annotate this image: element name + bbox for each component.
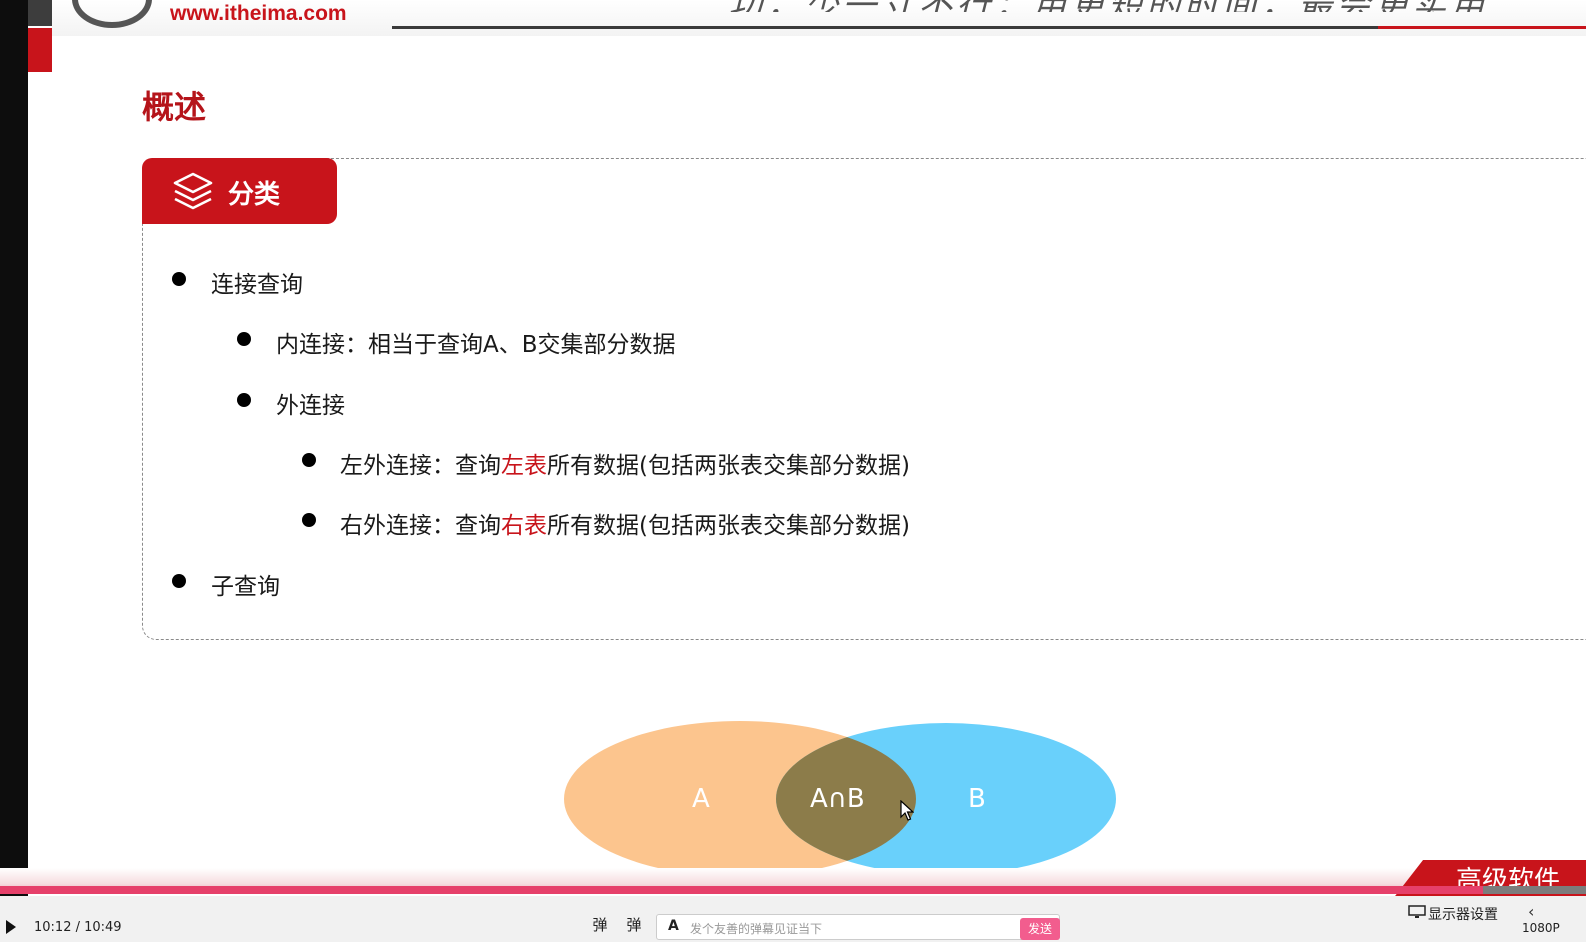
play-icon[interactable] [6, 920, 16, 934]
content-card [142, 158, 1586, 640]
venn-label-intersection: A∩B [810, 784, 865, 814]
venn-label-b: B [968, 784, 986, 814]
logo-url: www.itheima.com [170, 2, 347, 25]
mouse-cursor-icon [900, 800, 914, 821]
danmu-toggle-icon[interactable]: 弹 [590, 916, 610, 934]
left-dark-bar [0, 0, 28, 942]
layers-icon [173, 172, 213, 210]
chevron-left-icon[interactable]: ‹ [1528, 902, 1534, 921]
list-item-right-outer-join: 右外连接：查询右表所有数据(包括两张表交集部分数据) [340, 506, 910, 540]
resolution-button[interactable]: 1080P [1522, 921, 1560, 935]
right-join-suffix: 所有数据(包括两张表交集部分数据) [547, 513, 910, 539]
danmu-placeholder: 发个友善的弹幕见证当下 [690, 922, 823, 936]
right-join-prefix: 右外连接：查询 [340, 513, 501, 539]
left-join-suffix: 所有数据(包括两张表交集部分数据) [547, 453, 910, 479]
left-gray-accent [28, 0, 52, 26]
video-time: 10:12 / 10:49 [34, 920, 122, 935]
bullet-dot [172, 574, 186, 588]
bullet-dot [302, 513, 316, 527]
header-slogan: …功，少一寸不行；用更短的时间，最会更实用… [690, 0, 1580, 12]
list-item-join-query: 连接查询 [211, 272, 303, 298]
video-progress-fill [0, 886, 1483, 894]
page-title: 概述 [142, 88, 207, 126]
send-danmu-button[interactable]: 发送 [1020, 918, 1060, 940]
list-item-subquery: 子查询 [211, 574, 280, 600]
header-divider [392, 26, 1378, 29]
left-red-accent [28, 28, 52, 72]
bullet-dot [237, 393, 251, 407]
venn-label-a: A [692, 784, 710, 814]
monitor-icon[interactable] [1408, 905, 1426, 919]
left-join-prefix: 左外连接：查询 [340, 453, 501, 479]
danmu-style-button[interactable]: A [668, 918, 679, 934]
bullet-dot [172, 272, 186, 286]
video-progress-bar[interactable] [0, 886, 1586, 894]
list-item-inner-join: 内连接：相当于查询A、B交集部分数据 [276, 332, 676, 358]
header-divider-red [1378, 26, 1586, 29]
section-tag-label: 分类 [228, 180, 281, 210]
right-join-highlight: 右表 [501, 513, 547, 539]
bullet-dot [302, 453, 316, 467]
list-item-outer-join: 外连接 [276, 393, 345, 419]
danmu-settings-icon[interactable]: 弹 [624, 916, 644, 934]
left-join-highlight: 左表 [501, 453, 547, 479]
bullet-dot [237, 332, 251, 346]
monitor-settings-button[interactable]: 显示器设置 [1428, 904, 1498, 924]
list-item-left-outer-join: 左外连接：查询左表所有数据(包括两张表交集部分数据) [340, 446, 910, 480]
